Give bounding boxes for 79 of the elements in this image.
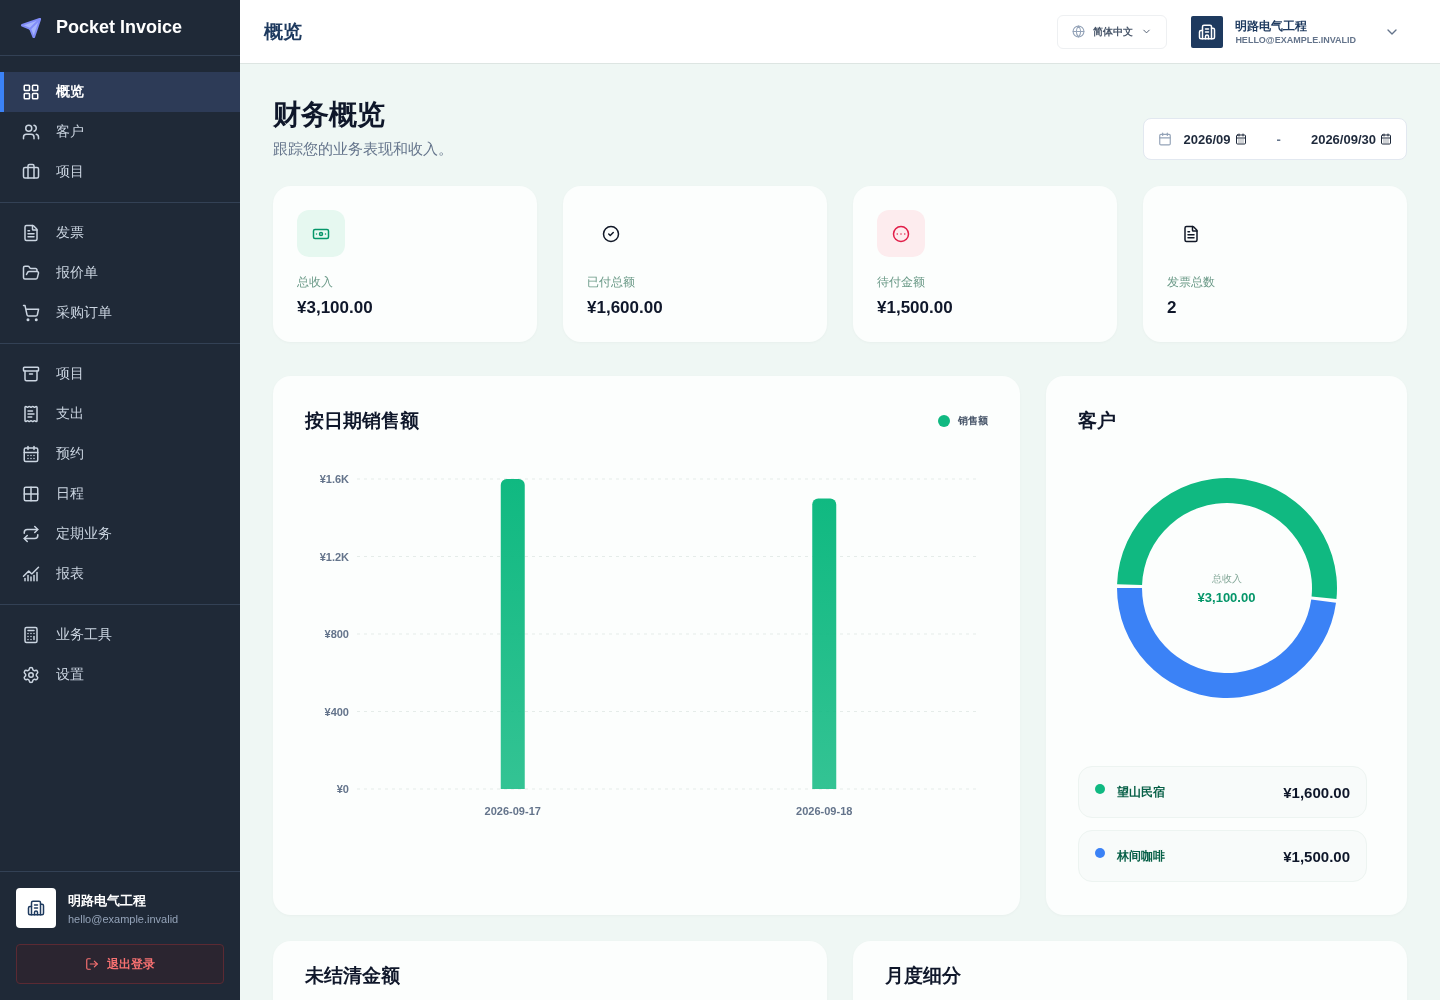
stat-label: 发票总数 xyxy=(1167,274,1216,291)
date-to[interactable]: 2026/09/30 xyxy=(1310,131,1392,147)
date-range-picker[interactable]: 2026/09 - 2026/09/30 xyxy=(1142,118,1407,160)
document-icon xyxy=(22,224,40,242)
company-name: 明路电气工程 xyxy=(1235,18,1309,35)
chart-icon xyxy=(22,565,40,583)
customer-name: 林间咖啡 xyxy=(1117,847,1166,865)
axis-label: ¥400 xyxy=(324,705,349,718)
nav-item[interactable]: 支出 xyxy=(0,394,240,434)
settings-icon xyxy=(22,666,40,684)
donut-center-label: 总收入 xyxy=(1211,571,1242,586)
date-separator: - xyxy=(1276,131,1281,147)
nav-item[interactable]: 业务工具 xyxy=(0,615,240,655)
paper-plane-icon xyxy=(20,16,42,39)
legend-label: 销售额 xyxy=(958,414,988,428)
nav-item[interactable]: 报表 xyxy=(0,554,240,594)
logout-icon xyxy=(85,957,99,971)
date-from[interactable]: 2026/09 xyxy=(1183,131,1247,147)
card-title: 客户 xyxy=(1078,409,1117,433)
cart-icon xyxy=(22,304,40,322)
stat-label: 总收入 xyxy=(297,274,334,291)
archive-icon xyxy=(22,365,40,383)
company-logo xyxy=(16,888,56,928)
calendar-icon xyxy=(1157,132,1172,146)
card-title: 按日期销售额 xyxy=(305,409,419,433)
nav-item[interactable]: 日程 xyxy=(0,474,240,514)
calculator-icon xyxy=(22,626,40,644)
axis-label: 2026-09-18 xyxy=(796,805,853,817)
nav-item[interactable]: 报价单 xyxy=(0,253,240,293)
company-logo xyxy=(1191,15,1224,48)
nav-item[interactable]: 定期业务 xyxy=(0,514,240,554)
document-icon xyxy=(1182,224,1200,243)
company-email: HELLO@EXAMPLE.INVALID xyxy=(1235,35,1356,45)
calendar-icon[interactable] xyxy=(1380,133,1392,145)
check-circle-icon xyxy=(602,224,620,243)
axis-label: ¥0 xyxy=(336,783,349,795)
stat-value: ¥3,100.00 xyxy=(297,298,374,318)
nav-item[interactable]: 概览 xyxy=(0,72,240,112)
nav-item[interactable]: 采购订单 xyxy=(0,293,240,333)
stat-value: ¥1,500.00 xyxy=(877,298,954,318)
customer-amount: ¥1,500.00 xyxy=(1283,847,1350,865)
nav-item[interactable]: 客户 xyxy=(0,112,240,152)
card-title: 月度细分 xyxy=(885,964,962,988)
nav-item[interactable]: 项目 xyxy=(0,152,240,192)
axis-label: ¥800 xyxy=(324,628,349,640)
nav-item[interactable]: 预约 xyxy=(0,434,240,474)
page-title: 财务概览 xyxy=(273,98,386,132)
briefcase-icon xyxy=(22,163,40,181)
page-heading: 概览 xyxy=(264,19,303,44)
users-icon xyxy=(22,123,40,141)
axis-label: ¥1.6K xyxy=(319,473,349,485)
card-title: 未结清金额 xyxy=(305,964,401,988)
donut-center-value: ¥3,100.00 xyxy=(1197,589,1256,605)
company-email: hello@example.invalid xyxy=(68,912,179,925)
logout-button[interactable]: 退出登录 xyxy=(16,944,224,984)
calendar-icon xyxy=(22,445,40,463)
nav-item[interactable]: 发票 xyxy=(0,213,240,253)
receipt-icon xyxy=(22,405,40,423)
brand-name: Pocket Invoice xyxy=(56,17,183,38)
page-subtitle: 跟踪您的业务表现和收入。 xyxy=(273,140,453,159)
repeat-icon xyxy=(22,525,40,543)
calendar-icon[interactable] xyxy=(1234,133,1247,145)
nav-item[interactable]: 设置 xyxy=(0,655,240,695)
folder-icon xyxy=(22,264,40,282)
stat-label: 待付金额 xyxy=(877,274,926,291)
axis-label: ¥1.2K xyxy=(319,550,349,563)
axis-label: 2026-09-17 xyxy=(484,805,541,817)
stat-value: 2 xyxy=(1167,298,1178,318)
customer-name: 望山民宿 xyxy=(1117,783,1166,801)
nav-item[interactable]: 项目 xyxy=(0,354,240,394)
globe-icon xyxy=(1072,25,1086,38)
customer-amount: ¥1,600.00 xyxy=(1283,783,1350,801)
grid-icon xyxy=(22,485,40,503)
language-select[interactable]: 简体中文 xyxy=(1057,14,1168,49)
stat-label: 已付总额 xyxy=(587,274,636,291)
banknote-icon xyxy=(297,210,345,257)
stat-value: ¥1,600.00 xyxy=(587,298,664,318)
company-name: 明路电气工程 xyxy=(68,891,147,910)
dashboard-icon xyxy=(22,83,40,101)
